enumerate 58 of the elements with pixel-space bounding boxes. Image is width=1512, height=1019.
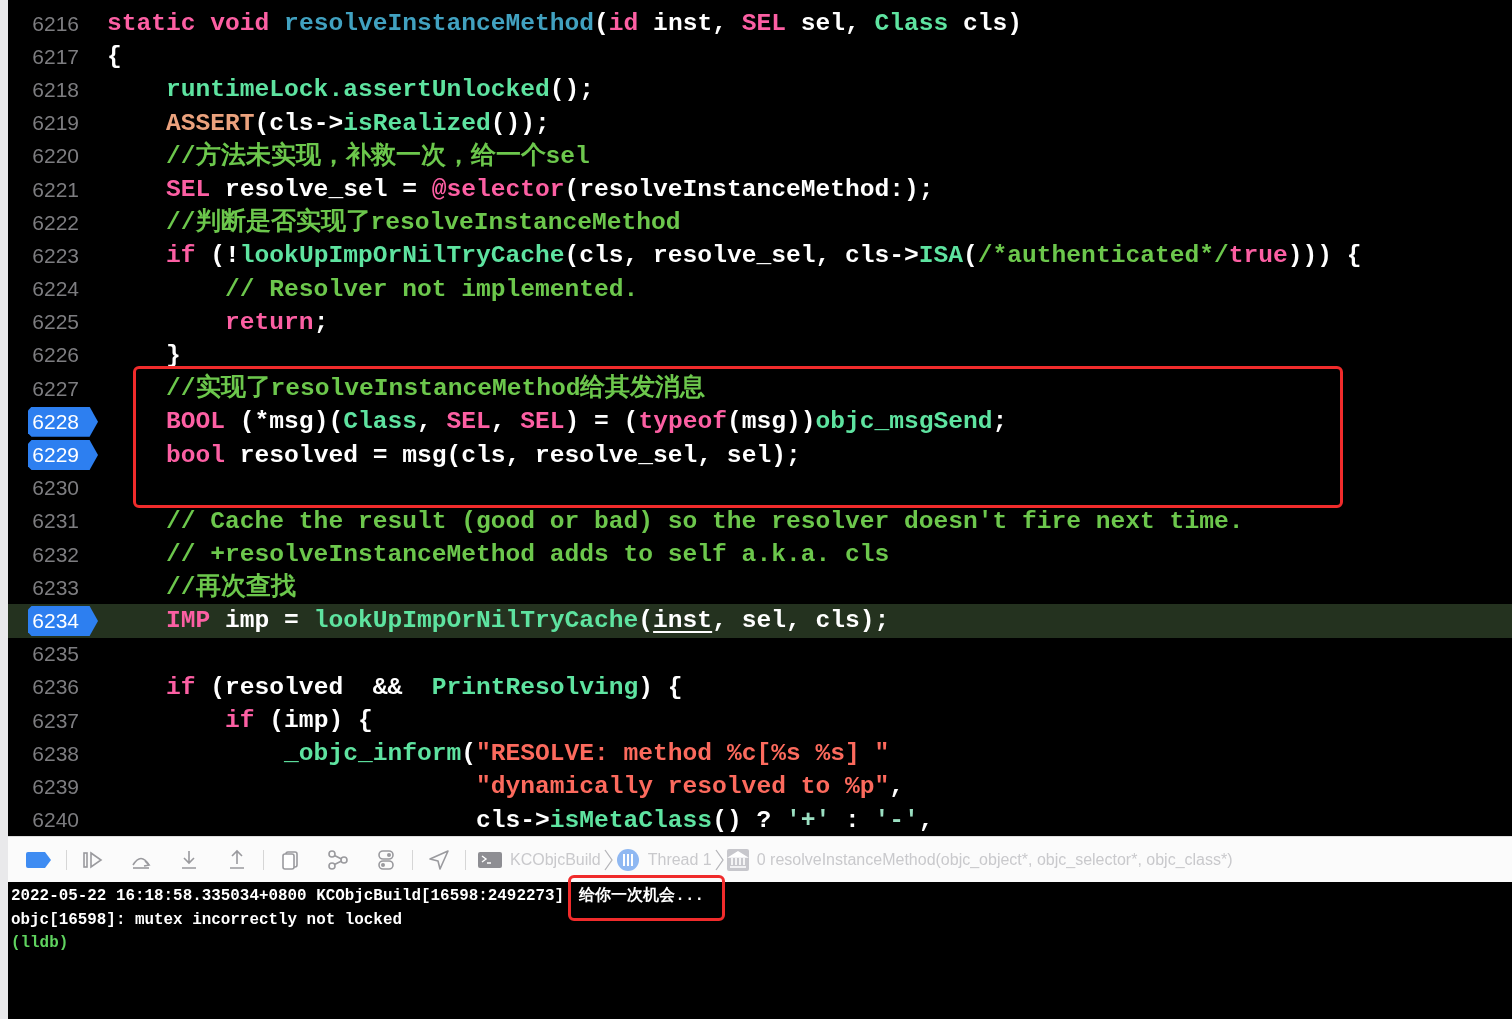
breakpoint-toggle-icon[interactable] (26, 851, 52, 868)
line-number: 6224 (31, 276, 80, 303)
code-line: bool resolved = msg(cls, resolve_sel, sel); (165, 440, 801, 471)
breakpoint-marker[interactable]: 6234 (28, 605, 98, 636)
line-number: 6218 (31, 76, 80, 103)
nodes-graph-icon[interactable] (326, 847, 350, 872)
line-number: 6231 (31, 508, 80, 535)
line-number: 6221 (31, 176, 80, 203)
code-line: _objc_inform("RESOLVE: method %c[%s %s] " (283, 739, 890, 770)
code-line: // +resolveInstanceMethod adds to self a.k.a. cls (165, 540, 890, 571)
line-number: 6219 (31, 110, 80, 137)
code-line: //方法未实现，补救一次，给一个sel (165, 140, 590, 172)
building-columns-icon (726, 848, 749, 871)
code-line: if (!lookUpImpOrNilTryCache(cls, resolve_sel, cls->ISA(/*authenticated*/true))) { (165, 241, 1362, 272)
code-line: ASSERT(cls->isRealized()); (165, 108, 550, 139)
line-number: 6225 (31, 309, 80, 336)
line-number: 6239 (31, 773, 80, 800)
line-number: 6235 (31, 641, 80, 668)
line-number: 6217 (31, 43, 80, 70)
console-prompt: (lldb) (11, 933, 69, 954)
line-number: 6240 (31, 807, 80, 834)
console-line: 2022-05-22 16:18:58.335034+0800 KCObjcBuild[16598:2492273] 给你一次机会... (11, 885, 704, 907)
console-line: objc[16598]: mutex incorrectly not locked (11, 909, 402, 931)
line-number: 6222 (31, 209, 80, 236)
breakpoint-marker[interactable]: 6229 (28, 440, 98, 471)
code-line: return; (224, 307, 329, 338)
code-line: //判断是否实现了resolveInstanceMethod (165, 206, 681, 239)
line-number: 6230 (31, 475, 80, 502)
line-number: 6238 (31, 740, 80, 767)
code-line: // Cache the result (good or bad) so the resolver doesn't fire next time. (165, 506, 1244, 537)
code-line: SEL resolve_sel = @selector(resolveInstanceMethod:); (165, 175, 934, 206)
chevron-right-icon (603, 848, 613, 871)
terminal-icon (478, 850, 502, 869)
thread-icon (615, 847, 640, 872)
code-line: IMP imp = lookUpImpOrNilTryCache(inst, sel, cls); (165, 606, 890, 637)
code-line: cls->isMetaClass() ? '+' : '-', (474, 805, 934, 836)
code-line: if (imp) { (224, 706, 373, 737)
code-line: "dynamically resolved to %p", (474, 772, 904, 803)
code-line: { (107, 42, 122, 73)
code-line: // Resolver not implemented. (224, 274, 639, 305)
line-number: 6236 (31, 674, 80, 701)
line-number: 6232 (31, 541, 80, 568)
code-line: //再次查找 (165, 572, 296, 604)
location-arrow-icon[interactable] (427, 847, 451, 872)
line-number: 6216 (31, 10, 80, 37)
line-number: 6223 (31, 242, 80, 269)
code-line: //实现了resolveInstanceMethod给其发消息 (165, 372, 706, 405)
line-number: 6220 (31, 143, 80, 170)
chevron-right-icon (714, 848, 724, 871)
code-line: BOOL (*msg)(Class, SEL, SEL) = (typeof(msg))objc_msgSend; (165, 407, 1008, 438)
code-line: runtimeLock.assertUnlocked(); (165, 75, 595, 106)
line-number: 6226 (31, 342, 80, 369)
breakpoint-marker[interactable]: 6228 (28, 406, 98, 437)
code-line: if (resolved && PrintResolving) { (165, 672, 683, 703)
code-line: static void resolveInstanceMethod(id inst, SEL sel, Class cls) (107, 9, 1023, 40)
line-number: 6233 (31, 574, 80, 601)
line-number: 6227 (31, 375, 80, 402)
line-number: 6237 (31, 707, 80, 734)
